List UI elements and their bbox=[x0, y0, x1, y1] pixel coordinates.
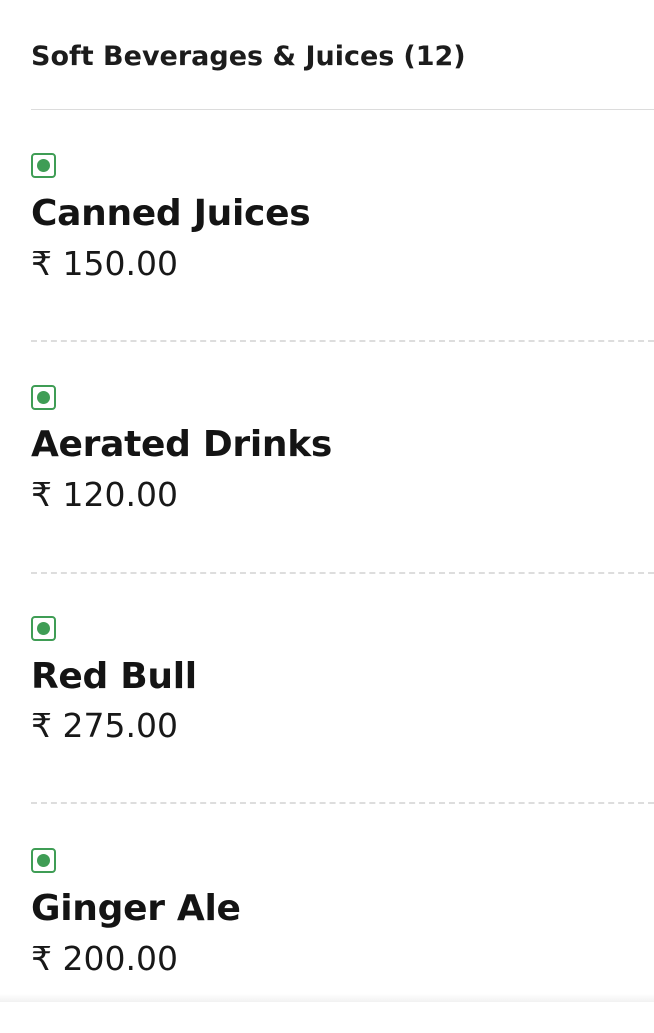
item-price: ₹ 120.00 bbox=[31, 475, 178, 514]
item-price: ₹ 200.00 bbox=[31, 939, 178, 978]
item-price: ₹ 150.00 bbox=[31, 244, 178, 283]
item-name: Ginger Ale bbox=[31, 888, 241, 929]
item-divider bbox=[31, 572, 654, 574]
veg-icon bbox=[31, 153, 56, 178]
item-divider bbox=[31, 802, 654, 804]
menu-item-canned-juices[interactable]: Canned Juices ₹ 150.00 bbox=[0, 110, 654, 341]
item-name: Red Bull bbox=[31, 656, 197, 697]
bottom-edge-shadow bbox=[0, 994, 654, 1002]
menu-item-red-bull[interactable]: Red Bull ₹ 275.00 bbox=[0, 572, 654, 803]
veg-icon bbox=[31, 848, 56, 873]
item-divider bbox=[31, 340, 654, 342]
item-price: ₹ 275.00 bbox=[31, 706, 178, 745]
item-name: Canned Juices bbox=[31, 193, 311, 234]
item-name: Aerated Drinks bbox=[31, 424, 333, 465]
section-header[interactable]: Soft Beverages & Juices (12) bbox=[31, 36, 631, 76]
veg-icon bbox=[31, 616, 56, 641]
veg-icon bbox=[31, 385, 56, 410]
section-item-count: (12) bbox=[403, 40, 466, 72]
menu-item-aerated-drinks[interactable]: Aerated Drinks ₹ 120.00 bbox=[0, 340, 654, 571]
section-title: Soft Beverages & Juices bbox=[31, 40, 395, 72]
